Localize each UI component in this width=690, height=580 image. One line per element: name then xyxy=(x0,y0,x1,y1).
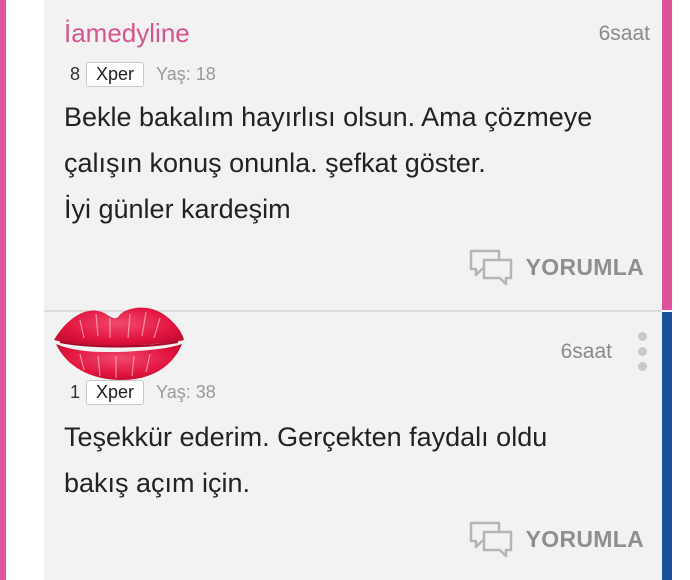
comment-body: Bekle bakalım hayırlısı olsun. Ama çözme… xyxy=(64,94,592,232)
speech-bubbles-icon xyxy=(469,249,512,286)
comment-time: 6saat xyxy=(560,340,612,363)
lips-kiss-icon xyxy=(54,307,184,380)
xper-count: 1 xyxy=(70,382,81,402)
xper-count: 8 xyxy=(70,64,81,84)
reply-label: YORUMLA xyxy=(525,525,644,552)
comment-line: Teşekkür ederim. Gerçekten faydalı oldu xyxy=(64,422,548,452)
reply-button[interactable]: YORUMLA xyxy=(468,248,644,286)
comment-card: İamedyline 6saat 8 Xper Yaş: 18 Bekle ba… xyxy=(44,0,662,310)
right-accent-bar-pink xyxy=(662,0,672,310)
right-accent-bar-blue xyxy=(662,312,672,580)
reply-button[interactable]: YORUMLA xyxy=(468,520,644,558)
comment-body: Teşekkür ederim. Gerçekten faydalı oldu … xyxy=(64,414,547,506)
comment-time: 6saat xyxy=(598,22,650,45)
comment-username[interactable]: İamedyline xyxy=(64,18,190,49)
comment-line: çalışın konuş onunla. şefkat göster. xyxy=(64,148,486,178)
comment-line: İyi günler kardeşim xyxy=(64,194,291,224)
reply-label: YORUMLA xyxy=(525,253,644,280)
comment-line: Bekle bakalım hayırlısı olsun. Ama çözme… xyxy=(64,102,593,132)
comment-meta: 8 Xper Yaş: 18 xyxy=(70,62,216,87)
user-age: Yaş: 18 xyxy=(156,64,216,84)
xper-badge: Xper xyxy=(86,62,145,87)
speech-bubbles-icon xyxy=(469,521,512,558)
comment-line: bakış açım için. xyxy=(64,468,251,498)
user-age: Yaş: 38 xyxy=(156,382,216,402)
left-accent-bar xyxy=(0,0,6,580)
kebab-menu-icon[interactable] xyxy=(638,332,648,371)
